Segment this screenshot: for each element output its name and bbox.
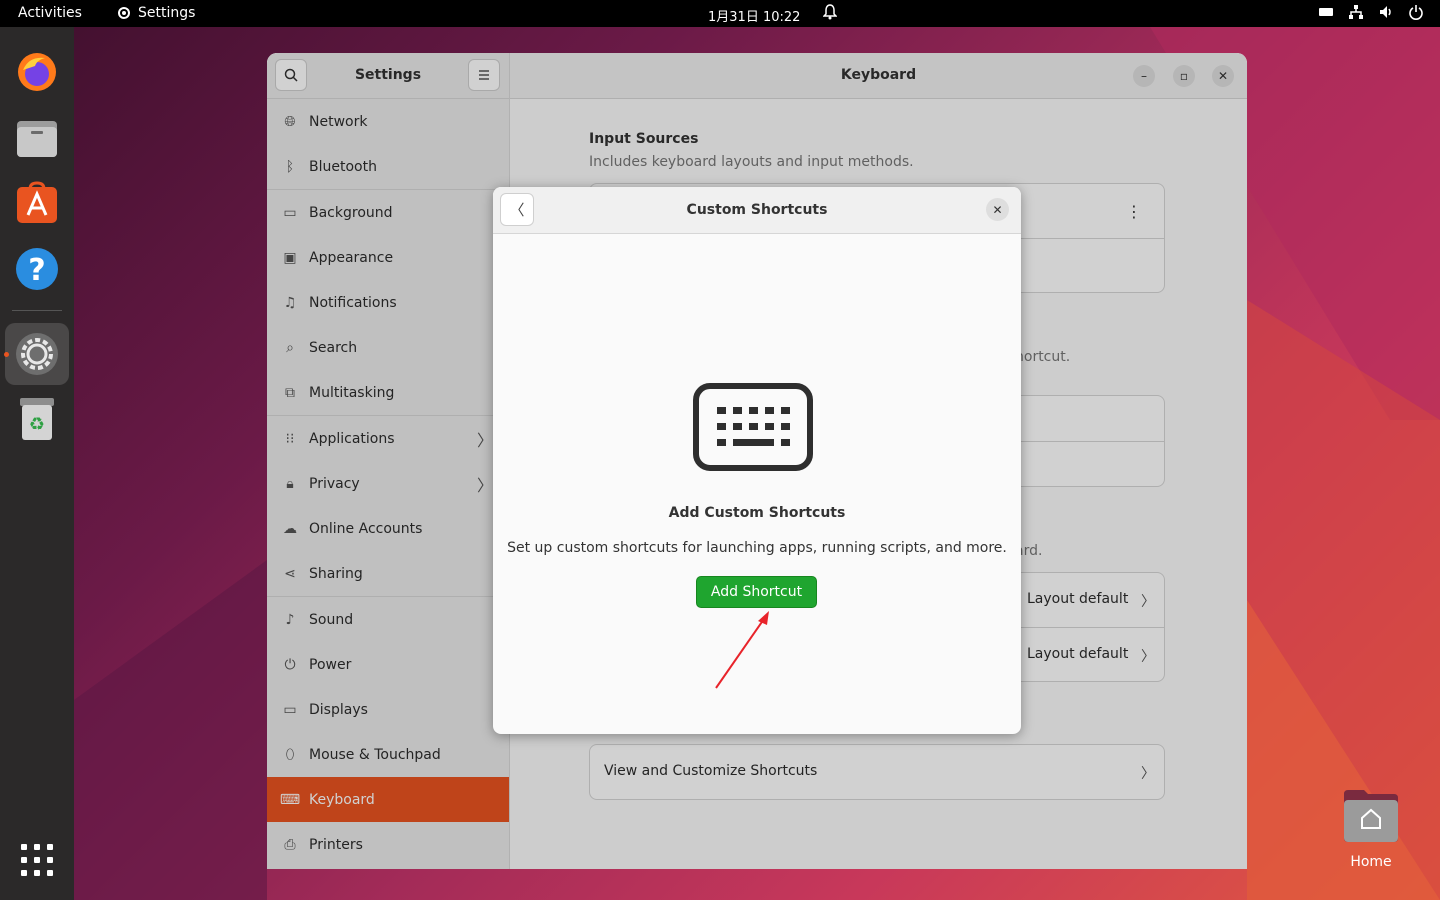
app-menu[interactable]: Settings xyxy=(116,5,195,21)
keyboard-icon xyxy=(693,383,813,471)
dialog-close-button[interactable]: ✕ xyxy=(986,198,1009,221)
dialog-title: Custom Shortcuts xyxy=(686,202,828,218)
close-icon: ✕ xyxy=(992,202,1003,217)
annotation-arrow xyxy=(715,611,769,689)
system-tray[interactable] xyxy=(1318,4,1424,20)
keyboard-tray-icon xyxy=(1319,8,1333,16)
network-tray-icon xyxy=(1349,5,1363,19)
activities-button[interactable]: Activities xyxy=(18,5,82,21)
power-icon xyxy=(1409,5,1423,20)
top-bar: Activities Settings 1月31日 10:22 xyxy=(0,0,1440,27)
home-label: Home xyxy=(1350,854,1392,870)
help-icon[interactable]: ? xyxy=(13,245,61,293)
app-menu-label: Settings xyxy=(138,5,196,21)
desktop-home-icon[interactable]: Home xyxy=(1340,788,1402,870)
trash-icon[interactable]: ♻ xyxy=(13,395,61,443)
dialog-description: Set up custom shortcuts for launching ap… xyxy=(507,540,1007,556)
running-indicator xyxy=(4,352,9,357)
dialog-heading: Add Custom Shortcuts xyxy=(668,505,846,521)
dialog-header: 〈 Custom Shortcuts ✕ xyxy=(493,187,1021,234)
home-folder-icon xyxy=(1344,790,1398,842)
bell-icon[interactable] xyxy=(822,4,838,24)
app-grid-icon[interactable] xyxy=(13,836,61,884)
volume-icon xyxy=(1380,6,1391,18)
settings-icon[interactable] xyxy=(13,330,61,378)
app-center-icon[interactable] xyxy=(13,179,61,227)
files-icon[interactable] xyxy=(13,114,61,162)
firefox-icon[interactable] xyxy=(13,48,61,96)
svg-text:♻: ♻ xyxy=(29,414,45,435)
dock: ? ♻ xyxy=(0,27,74,900)
gear-icon xyxy=(118,7,130,19)
clock[interactable]: 1月31日 10:22 xyxy=(708,6,800,25)
svg-text:?: ? xyxy=(28,253,45,288)
